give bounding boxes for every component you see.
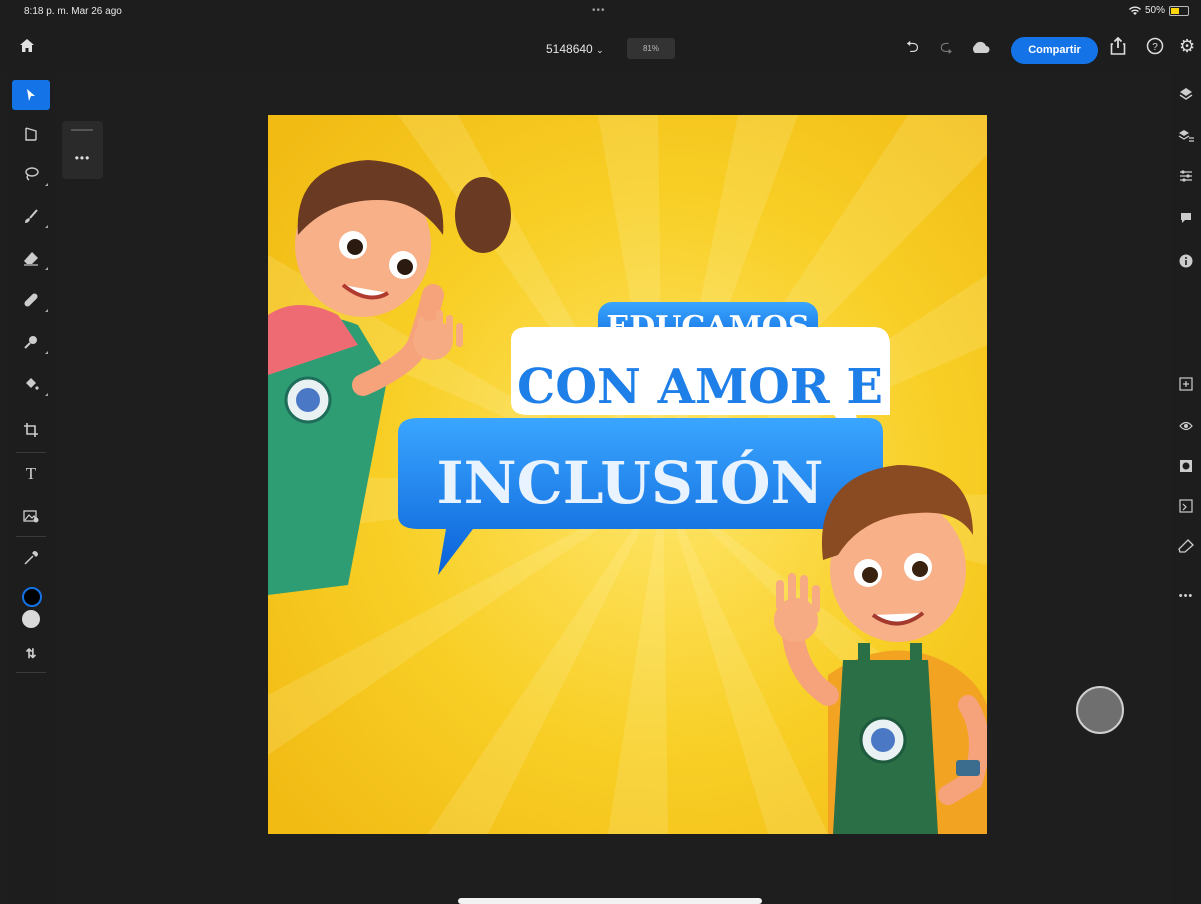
divider bbox=[16, 672, 46, 673]
help-icon[interactable]: ? bbox=[1146, 37, 1164, 60]
battery-percent: 50% bbox=[1144, 5, 1165, 16]
multitask-dots[interactable]: ••• bbox=[592, 5, 606, 16]
redo-icon[interactable]: ⮎ bbox=[940, 36, 953, 63]
lasso-tool[interactable] bbox=[8, 158, 54, 190]
layers-button[interactable] bbox=[1171, 80, 1201, 108]
comment-icon bbox=[1181, 213, 1191, 223]
clone-stamp-tool[interactable] bbox=[8, 326, 54, 358]
lasso-icon bbox=[25, 167, 39, 181]
type-icon: T bbox=[25, 464, 37, 483]
visibility-button[interactable] bbox=[1171, 412, 1201, 440]
home-indicator[interactable] bbox=[458, 898, 762, 904]
battery-icon bbox=[1169, 5, 1189, 16]
transform-icon bbox=[25, 127, 37, 141]
eraser-tool[interactable] bbox=[8, 242, 54, 274]
comments-button[interactable] bbox=[1171, 204, 1201, 232]
swap-colors-tool[interactable]: ⇅ bbox=[8, 638, 54, 670]
document-canvas[interactable]: EDUCAMOS CON AMOR E INCLUSIÓN bbox=[268, 115, 987, 834]
place-image-tool[interactable] bbox=[8, 500, 54, 532]
panel-handle[interactable] bbox=[71, 129, 93, 131]
cloud-icon[interactable] bbox=[970, 40, 990, 58]
document-name: 5148640 bbox=[546, 42, 593, 56]
svg-text:?: ? bbox=[1152, 42, 1158, 53]
more-icon: ••• bbox=[1178, 590, 1194, 602]
settings-gear-icon[interactable]: ⚙ bbox=[1179, 36, 1195, 57]
add-layer-button[interactable] bbox=[1171, 370, 1201, 398]
divider bbox=[16, 452, 46, 453]
transform-tool[interactable] bbox=[8, 118, 54, 150]
right-panel: ••• bbox=[1171, 72, 1201, 904]
status-right: 50% bbox=[1128, 5, 1189, 16]
more-options-icon[interactable]: ••• bbox=[62, 151, 103, 165]
artwork: EDUCAMOS CON AMOR E INCLUSIÓN bbox=[268, 115, 987, 834]
zoom-level[interactable]: 81% bbox=[627, 38, 675, 59]
adjustments-button[interactable] bbox=[1171, 162, 1201, 190]
chevron-down-icon: ⌄ bbox=[596, 45, 604, 55]
mask-icon bbox=[1180, 460, 1192, 472]
clipping-button[interactable] bbox=[1171, 492, 1201, 520]
stamp-icon bbox=[24, 336, 37, 349]
eraser-icon bbox=[24, 252, 38, 266]
brush-tool[interactable] bbox=[8, 200, 54, 232]
wifi-icon bbox=[1128, 6, 1141, 15]
crop-tool[interactable] bbox=[8, 414, 54, 446]
arrow-pointer-icon bbox=[27, 89, 35, 101]
export-icon[interactable] bbox=[1110, 36, 1126, 60]
info-icon bbox=[1179, 254, 1193, 268]
status-bar: 8:18 p. m. Mar 26 ago ••• 50% bbox=[0, 0, 1201, 22]
eye-icon bbox=[1179, 421, 1193, 431]
refine-button[interactable] bbox=[1171, 532, 1201, 560]
floating-panel[interactable]: ••• bbox=[62, 121, 103, 179]
add-layer-icon bbox=[1179, 377, 1193, 391]
layers-icon bbox=[1179, 88, 1193, 100]
paint-bucket-icon bbox=[26, 378, 39, 390]
headline-line1: EDUCAMOS bbox=[606, 310, 809, 345]
undo-icon[interactable]: ⮌ bbox=[906, 36, 919, 63]
left-toolbar: T ⇅ bbox=[8, 72, 55, 904]
image-icon bbox=[23, 510, 39, 523]
divider bbox=[16, 536, 46, 537]
eraser-brush-icon bbox=[1178, 539, 1194, 553]
layer-properties-button[interactable] bbox=[1171, 122, 1201, 150]
home-icon[interactable] bbox=[20, 39, 34, 57]
status-time: 8:18 p. m. Mar 26 ago bbox=[24, 6, 122, 17]
background-color-swatch[interactable] bbox=[22, 610, 40, 628]
more-layer-options-button[interactable]: ••• bbox=[1171, 582, 1201, 610]
share-button[interactable]: Compartir bbox=[1011, 37, 1098, 64]
touch-shortcut-button[interactable] bbox=[1076, 686, 1124, 734]
healing-tool[interactable] bbox=[8, 284, 54, 316]
top-bar: 5148640 ⌄ 81% ⮌ ⮎ Compartir ? ⚙ bbox=[0, 22, 1201, 72]
bandage-icon bbox=[24, 293, 38, 307]
sliders-icon bbox=[1180, 170, 1192, 182]
brush-icon bbox=[25, 209, 38, 223]
fill-tool[interactable] bbox=[8, 368, 54, 400]
headline-line3: INCLUSIÓN bbox=[436, 449, 823, 517]
crop-icon bbox=[24, 423, 38, 437]
type-tool[interactable]: T bbox=[8, 458, 54, 490]
layer-properties-icon bbox=[1178, 130, 1194, 142]
swap-arrows-icon: ⇅ bbox=[25, 646, 37, 661]
document-name-button[interactable]: 5148640 ⌄ bbox=[546, 42, 604, 56]
clipping-icon bbox=[1179, 499, 1193, 513]
headline-line2: CON AMOR E bbox=[517, 359, 883, 415]
eyedropper-icon bbox=[24, 551, 38, 565]
eyedropper-tool[interactable] bbox=[8, 542, 54, 574]
info-button[interactable] bbox=[1171, 247, 1201, 275]
mask-button[interactable] bbox=[1171, 452, 1201, 480]
select-tool[interactable] bbox=[12, 80, 50, 110]
foreground-color-swatch[interactable] bbox=[22, 587, 42, 607]
